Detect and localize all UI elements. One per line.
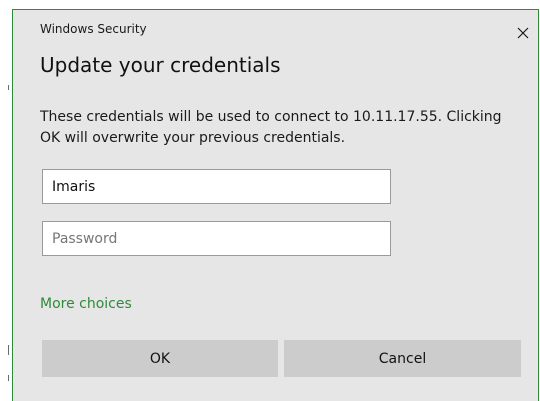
background-edge	[8, 345, 9, 355]
cancel-button[interactable]: Cancel	[284, 340, 521, 377]
window-title: Windows Security	[40, 22, 147, 36]
close-icon	[517, 27, 529, 39]
credentials-dialog: Windows Security Update your credentials…	[12, 9, 539, 401]
close-button[interactable]	[510, 21, 536, 45]
more-choices-link[interactable]: More choices	[40, 296, 132, 312]
background-edge	[8, 85, 9, 90]
dialog-message: These credentials will be used to connec…	[40, 109, 502, 146]
background-edge	[8, 375, 9, 381]
dialog-heading: Update your credentials	[40, 53, 281, 77]
ok-button[interactable]: OK	[42, 340, 278, 377]
password-field[interactable]	[42, 221, 391, 256]
username-field[interactable]	[42, 169, 391, 204]
